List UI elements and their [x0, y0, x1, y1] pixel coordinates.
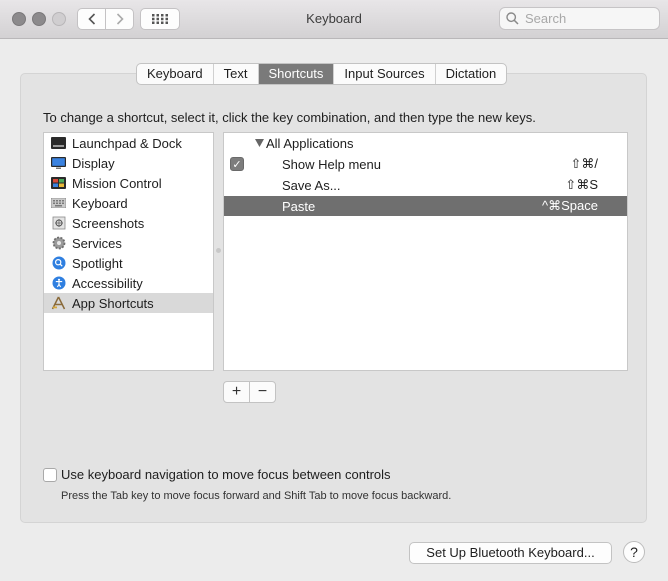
display-icon	[51, 156, 66, 170]
screenshots-icon	[51, 216, 66, 230]
app-shortcuts-icon	[51, 296, 66, 310]
shortcut-row-save-as[interactable]: Save As... ⇧⌘S	[224, 175, 627, 195]
tab-text[interactable]: Text	[212, 64, 258, 84]
split-view-divider[interactable]	[216, 248, 221, 253]
shortcut-checkbox[interactable]: ✓	[230, 157, 244, 171]
category-label: Services	[72, 235, 122, 251]
category-label: Accessibility	[72, 275, 143, 291]
shortcut-row-show-help-menu[interactable]: ✓ Show Help menu ⇧⌘/	[224, 154, 627, 174]
category-launchpad-dock[interactable]: Launchpad & Dock	[44, 133, 213, 153]
tab-bar: Keyboard Text Shortcuts Input Sources Di…	[136, 63, 508, 85]
tab-shortcuts[interactable]: Shortcuts	[257, 64, 334, 84]
shortcut-keys[interactable]: ⇧⌘S	[565, 177, 598, 193]
shortcut-label: Show Help menu	[282, 156, 381, 172]
shortcut-row-paste[interactable]: Paste ^⌘Space	[224, 196, 627, 216]
shortcut-category-list: Launchpad & Dock Display Mission Control…	[43, 132, 214, 371]
category-screenshots[interactable]: Screenshots	[44, 213, 213, 233]
group-label: All Applications	[266, 135, 354, 151]
category-label: Display	[72, 155, 115, 171]
setup-bluetooth-keyboard-button[interactable]: Set Up Bluetooth Keyboard...	[409, 542, 612, 564]
category-services[interactable]: Services	[44, 233, 213, 253]
category-spotlight[interactable]: Spotlight	[44, 253, 213, 273]
search-input[interactable]	[523, 10, 647, 27]
category-label: Spotlight	[72, 255, 123, 271]
spotlight-icon	[51, 256, 66, 270]
tab-keyboard[interactable]: Keyboard	[137, 64, 213, 84]
category-label: Screenshots	[72, 215, 145, 231]
shortcut-label: Save As...	[282, 177, 341, 193]
launchpad-dock-icon	[51, 136, 66, 150]
category-display[interactable]: Display	[44, 153, 213, 173]
services-gear-icon	[51, 236, 66, 250]
category-app-shortcuts[interactable]: App Shortcuts	[44, 293, 213, 313]
title-bar: Keyboard	[0, 0, 668, 39]
disclosure-triangle-icon[interactable]	[255, 139, 264, 147]
keyboard-navigation-help: Press the Tab key to move focus forward …	[61, 490, 452, 502]
category-mission-control[interactable]: Mission Control	[44, 173, 213, 193]
remove-shortcut-button[interactable]: −	[249, 382, 275, 402]
shortcut-keys[interactable]: ⇧⌘/	[570, 156, 598, 172]
keyboard-navigation-checkbox[interactable]	[43, 468, 57, 482]
add-remove-group: + −	[223, 381, 276, 403]
search-field[interactable]	[499, 7, 660, 30]
shortcut-list: All Applications ✓ Show Help menu ⇧⌘/ Sa…	[223, 132, 628, 371]
tab-input-sources[interactable]: Input Sources	[333, 64, 434, 84]
instruction-text: To change a shortcut, select it, click t…	[43, 110, 536, 125]
shortcut-keys[interactable]: ^⌘Space	[542, 198, 598, 214]
accessibility-icon	[51, 276, 66, 290]
category-keyboard[interactable]: Keyboard	[44, 193, 213, 213]
category-label: Launchpad & Dock	[72, 135, 182, 151]
shortcut-label: Paste	[282, 198, 316, 214]
group-row-all-applications[interactable]: All Applications	[224, 133, 627, 153]
search-icon	[506, 12, 519, 25]
category-label: App Shortcuts	[72, 295, 154, 311]
category-accessibility[interactable]: Accessibility	[44, 273, 213, 293]
category-label: Mission Control	[72, 175, 162, 191]
keyboard-navigation-label[interactable]: Use keyboard navigation to move focus be…	[61, 467, 391, 482]
help-button[interactable]: ?	[623, 541, 645, 563]
tab-dictation[interactable]: Dictation	[434, 64, 507, 84]
category-label: Keyboard	[72, 195, 128, 211]
keyboard-icon	[51, 196, 66, 210]
mission-control-icon	[51, 176, 66, 190]
add-shortcut-button[interactable]: +	[224, 382, 249, 402]
